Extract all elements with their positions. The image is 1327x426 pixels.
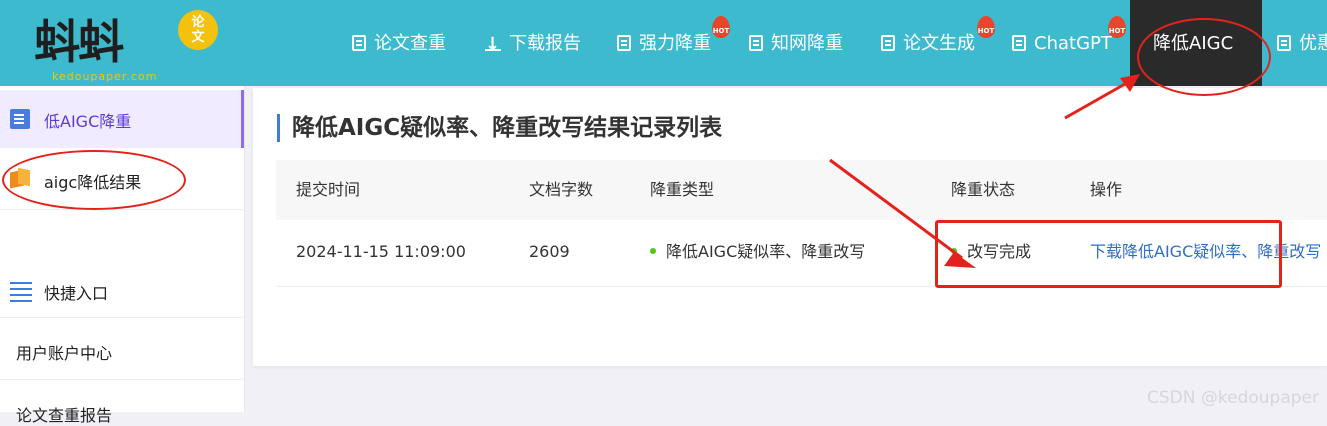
table-header: 提交时间 文档字数 降重类型 降重状态 操作 bbox=[276, 160, 1327, 220]
cell-rewrite-type: 降低AIGC疑似率、降重改写 bbox=[650, 220, 865, 284]
hot-label: HOT bbox=[712, 27, 730, 35]
sidebar-item-reduce-aigc[interactable]: 低AIGC降重 bbox=[0, 90, 244, 148]
nav-item-download-report[interactable]: 下载报告 bbox=[485, 0, 581, 89]
logo-badge-char: 论 bbox=[191, 15, 205, 30]
download-icon bbox=[485, 1, 501, 89]
nav-label: 优惠 bbox=[1299, 33, 1327, 54]
nav-item-paper-generate[interactable]: 论文生成 bbox=[881, 0, 975, 86]
nav-item-cnki-rewrite[interactable]: 知网降重 bbox=[749, 0, 843, 86]
nav-label: 论文生成 bbox=[903, 33, 975, 54]
logo-badge-char: 文 bbox=[191, 30, 205, 45]
sidebar: 低AIGC降重 aigc降低结果 快捷入口 用户账户中心 论文查重报告 bbox=[0, 86, 244, 425]
logo-domain: kedoupaper.com bbox=[52, 70, 158, 83]
list-icon bbox=[10, 281, 32, 301]
nav-label: 强力降重 bbox=[639, 33, 711, 54]
document-icon bbox=[10, 109, 30, 129]
cell-submit-time: 2024-11-15 11:09:00 bbox=[296, 242, 466, 261]
sidebar-item-label: 低AIGC降重 bbox=[44, 112, 132, 131]
column-header: 降重类型 bbox=[650, 180, 715, 199]
nav-label: ChatGPT bbox=[1034, 33, 1112, 54]
hot-badge: HOT bbox=[975, 16, 997, 42]
column-header: 操作 bbox=[1090, 180, 1123, 199]
rewrite-type-text: 降低AIGC疑似率、降重改写 bbox=[666, 242, 866, 261]
top-navigation-bar: 蚪蚪 论 文 kedoupaper.com 论文查重 下载报告 强力降重 HOT… bbox=[0, 0, 1327, 89]
column-header: 降重状态 bbox=[951, 180, 1016, 199]
chat-icon bbox=[1277, 35, 1291, 51]
column-header: 提交时间 bbox=[296, 180, 361, 199]
grid-icon bbox=[617, 35, 631, 51]
logo-badge: 论 文 bbox=[178, 10, 218, 50]
sidebar-item-label: 快捷入口 bbox=[44, 284, 109, 303]
document-icon bbox=[749, 35, 763, 51]
status-dot bbox=[650, 247, 656, 254]
annotation-box-status bbox=[935, 220, 1282, 288]
nav-item-discount[interactable]: 优惠 bbox=[1277, 0, 1327, 86]
column-header: 文档字数 bbox=[529, 180, 594, 199]
sidebar-item-check-report[interactable]: 论文查重报告 bbox=[0, 380, 244, 425]
annotation-ellipse-nav bbox=[1137, 18, 1271, 96]
cell-word-count: 2609 bbox=[529, 242, 570, 261]
sidebar-item-user-account[interactable]: 用户账户中心 bbox=[0, 318, 244, 380]
document-icon bbox=[881, 35, 895, 51]
nav-label: 知网降重 bbox=[771, 33, 843, 54]
nav-item-chatgpt[interactable]: ChatGPT bbox=[1012, 0, 1112, 86]
hot-label: HOT bbox=[1108, 27, 1126, 35]
sidebar-item-label: 用户账户中心 bbox=[16, 344, 113, 363]
sidebar-section-quick-entry: 快捷入口 bbox=[0, 262, 244, 318]
nav-item-paper-check[interactable]: 论文查重 bbox=[352, 0, 446, 86]
hot-label: HOT bbox=[977, 27, 995, 35]
sidebar-divider bbox=[244, 86, 245, 412]
watermark: CSDN @kedoupaper bbox=[1147, 388, 1319, 408]
hot-badge: HOT bbox=[1106, 16, 1128, 42]
nav-label: 论文查重 bbox=[374, 33, 446, 54]
document-icon bbox=[352, 35, 366, 51]
site-logo[interactable]: 蚪蚪 论 文 kedoupaper.com bbox=[30, 6, 230, 84]
logo-text: 蚪蚪 bbox=[34, 15, 124, 69]
nav-item-strong-rewrite[interactable]: 强力降重 bbox=[617, 0, 711, 86]
chat-icon bbox=[1012, 35, 1026, 51]
page-title: 降低AIGC疑似率、降重改写结果记录列表 bbox=[277, 114, 722, 142]
sidebar-item-label: 论文查重报告 bbox=[16, 406, 113, 425]
annotation-ellipse-sidebar bbox=[2, 150, 186, 210]
hot-badge: HOT bbox=[710, 16, 732, 42]
nav-label: 下载报告 bbox=[509, 33, 581, 54]
